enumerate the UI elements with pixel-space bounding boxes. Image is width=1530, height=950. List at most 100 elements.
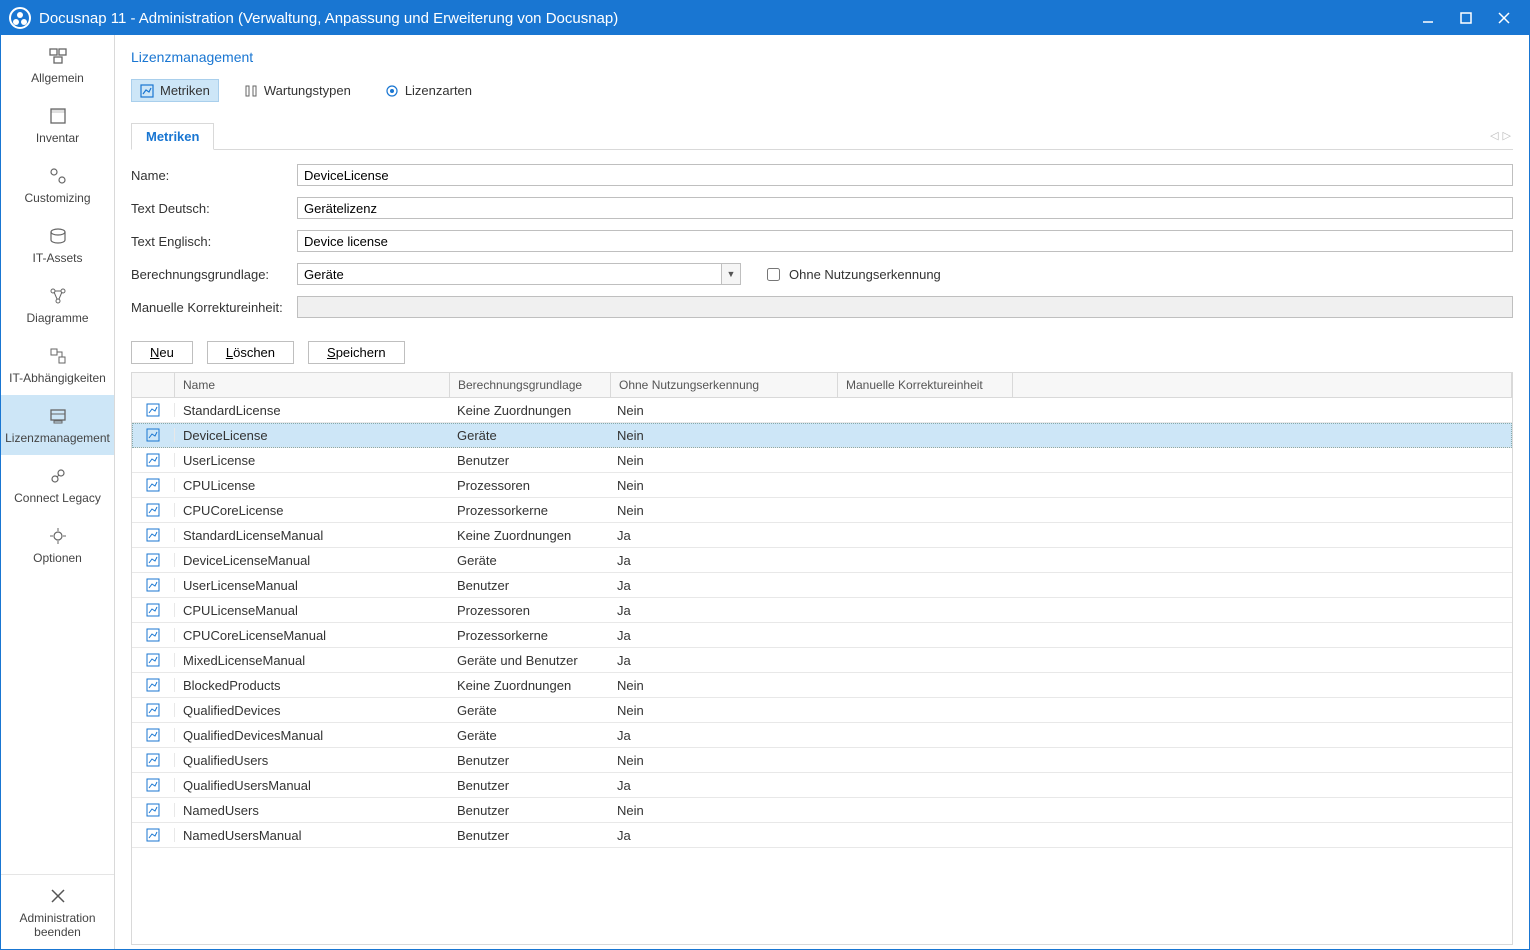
table-row[interactable]: QualifiedUsersManualBenutzerJa bbox=[132, 773, 1512, 798]
table-row[interactable]: NamedUsersBenutzerNein bbox=[132, 798, 1512, 823]
cell-calc: Geräte und Benutzer bbox=[449, 653, 609, 668]
sidebar-icon-8 bbox=[48, 525, 68, 547]
table-row[interactable]: NamedUsersManualBenutzerJa bbox=[132, 823, 1512, 848]
tab-metriken[interactable]: Metriken bbox=[131, 79, 219, 102]
cell-calc: Benutzer bbox=[449, 778, 609, 793]
sidebar-icon-3 bbox=[48, 225, 68, 247]
row-icon bbox=[132, 628, 175, 642]
inner-tab-metriken[interactable]: Metriken bbox=[131, 123, 214, 150]
sidebar-item-0[interactable]: Allgemein bbox=[1, 35, 114, 95]
sidebar-icon-1 bbox=[48, 105, 68, 127]
row-icon bbox=[132, 803, 175, 817]
label-ohne-nutzung: Ohne Nutzungserkennung bbox=[789, 267, 941, 282]
row-icon bbox=[132, 428, 175, 442]
sidebar-item-1[interactable]: Inventar bbox=[1, 95, 114, 155]
window-title: Docusnap 11 - Administration (Verwaltung… bbox=[39, 10, 618, 27]
label-manuelle: Manuelle Korrektureinheit: bbox=[131, 300, 297, 315]
table-row[interactable]: CPULicenseProzessorenNein bbox=[132, 473, 1512, 498]
tab-nav-left-icon[interactable]: ◁ bbox=[1488, 129, 1500, 142]
cell-name: CPULicense bbox=[175, 478, 449, 493]
cell-ohne: Ja bbox=[609, 728, 835, 743]
label-calc: Berechnungsgrundlage: bbox=[131, 267, 297, 282]
row-icon bbox=[132, 703, 175, 717]
table-row[interactable]: QualifiedDevicesGeräteNein bbox=[132, 698, 1512, 723]
license-icon bbox=[385, 84, 399, 98]
sidebar-icon-6 bbox=[48, 405, 68, 427]
sidebar-item-2[interactable]: Customizing bbox=[1, 155, 114, 215]
cell-name: CPULicenseManual bbox=[175, 603, 449, 618]
table-row[interactable]: StandardLicenseKeine ZuordnungenNein bbox=[132, 398, 1512, 423]
new-button[interactable]: Neu bbox=[131, 341, 193, 364]
minimize-button[interactable] bbox=[1409, 1, 1447, 35]
cell-name: DeviceLicense bbox=[175, 428, 449, 443]
sidebar-label-1: Inventar bbox=[36, 131, 79, 145]
cell-calc: Prozessorkerne bbox=[449, 503, 609, 518]
table-row[interactable]: UserLicenseManualBenutzerJa bbox=[132, 573, 1512, 598]
sidebar-item-7[interactable]: Connect Legacy bbox=[1, 455, 114, 515]
sidebar-label-0: Allgemein bbox=[31, 71, 84, 85]
table-row[interactable]: CPUCoreLicenseManualProzessorkerneJa bbox=[132, 623, 1512, 648]
cell-ohne: Nein bbox=[609, 403, 835, 418]
close-button[interactable] bbox=[1485, 1, 1523, 35]
table-row[interactable]: BlockedProductsKeine ZuordnungenNein bbox=[132, 673, 1512, 698]
select-calc[interactable]: Geräte bbox=[297, 263, 741, 285]
maximize-button[interactable] bbox=[1447, 1, 1485, 35]
delete-button[interactable]: Löschen bbox=[207, 341, 294, 364]
close-icon bbox=[49, 885, 67, 907]
cell-calc: Benutzer bbox=[449, 453, 609, 468]
cell-calc: Prozessorkerne bbox=[449, 628, 609, 643]
sidebar-item-8[interactable]: Optionen bbox=[1, 515, 114, 575]
sidebar-label-3: IT-Assets bbox=[32, 251, 82, 265]
cell-name: QualifiedUsersManual bbox=[175, 778, 449, 793]
row-icon bbox=[132, 753, 175, 767]
cell-ohne: Nein bbox=[609, 753, 835, 768]
input-textde[interactable] bbox=[297, 197, 1513, 219]
col-ohne[interactable]: Ohne Nutzungserkennung bbox=[611, 373, 838, 397]
cell-calc: Geräte bbox=[449, 553, 609, 568]
sidebar-item-4[interactable]: Diagramme bbox=[1, 275, 114, 335]
sidebar-item-5[interactable]: IT-Abhängigkeiten bbox=[1, 335, 114, 395]
table-row[interactable]: QualifiedUsersBenutzerNein bbox=[132, 748, 1512, 773]
cell-calc: Prozessoren bbox=[449, 603, 609, 618]
cell-name: UserLicense bbox=[175, 453, 449, 468]
sidebar-label-2: Customizing bbox=[24, 191, 90, 205]
input-texten[interactable] bbox=[297, 230, 1513, 252]
cell-calc: Benutzer bbox=[449, 753, 609, 768]
tab-nav-right-icon[interactable]: ▷ bbox=[1501, 129, 1513, 142]
app-logo-icon bbox=[9, 7, 31, 29]
table-row[interactable]: StandardLicenseManualKeine ZuordnungenJa bbox=[132, 523, 1512, 548]
sidebar-item-6[interactable]: Lizenzmanagement bbox=[1, 395, 114, 455]
tab-wartungstypen[interactable]: Wartungstypen bbox=[235, 79, 360, 102]
table-row[interactable]: CPUCoreLicenseProzessorkerneNein bbox=[132, 498, 1512, 523]
tab-lizenzarten[interactable]: Lizenzarten bbox=[376, 79, 481, 102]
titlebar[interactable]: Docusnap 11 - Administration (Verwaltung… bbox=[1, 1, 1529, 35]
checkbox-ohne-nutzung[interactable] bbox=[767, 268, 780, 281]
row-icon bbox=[132, 553, 175, 567]
table-row[interactable]: MixedLicenseManualGeräte und BenutzerJa bbox=[132, 648, 1512, 673]
table-row[interactable]: DeviceLicenseGeräteNein bbox=[132, 423, 1512, 448]
col-calc[interactable]: Berechnungsgrundlage bbox=[450, 373, 611, 397]
grid-header: Name Berechnungsgrundlage Ohne Nutzungse… bbox=[132, 373, 1512, 398]
table-row[interactable]: CPULicenseManualProzessorenJa bbox=[132, 598, 1512, 623]
cell-calc: Benutzer bbox=[449, 578, 609, 593]
cell-name: NamedUsers bbox=[175, 803, 449, 818]
cell-ohne: Ja bbox=[609, 778, 835, 793]
cell-calc: Keine Zuordnungen bbox=[449, 528, 609, 543]
sidebar-label-7: Connect Legacy bbox=[14, 491, 101, 505]
cell-ohne: Ja bbox=[609, 528, 835, 543]
cell-calc: Prozessoren bbox=[449, 478, 609, 493]
row-icon bbox=[132, 478, 175, 492]
input-name[interactable] bbox=[297, 164, 1513, 186]
table-row[interactable]: QualifiedDevicesManualGeräteJa bbox=[132, 723, 1512, 748]
table-row[interactable]: UserLicenseBenutzerNein bbox=[132, 448, 1512, 473]
col-name[interactable]: Name bbox=[175, 373, 450, 397]
sidebar-exit[interactable]: Administration beenden bbox=[1, 874, 114, 949]
save-button[interactable]: Speichern bbox=[308, 341, 405, 364]
table-row[interactable]: DeviceLicenseManualGeräteJa bbox=[132, 548, 1512, 573]
sidebar-exit-label2: beenden bbox=[34, 925, 81, 939]
sidebar-item-3[interactable]: IT-Assets bbox=[1, 215, 114, 275]
breadcrumb: Lizenzmanagement bbox=[131, 49, 1513, 65]
col-man[interactable]: Manuelle Korrektureinheit bbox=[838, 373, 1013, 397]
row-icon bbox=[132, 653, 175, 667]
label-texten: Text Englisch: bbox=[131, 234, 297, 249]
